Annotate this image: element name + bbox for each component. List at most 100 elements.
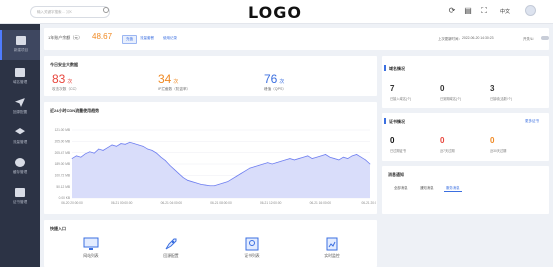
y-tick-label: 189.00 MB <box>55 162 70 166</box>
y-tick-label: 50.12 MB <box>56 185 70 189</box>
certs-7d-value: 0 <box>440 136 445 145</box>
tab-service-messages[interactable]: 服务消息 <box>444 184 462 192</box>
data-point <box>89 151 91 153</box>
data-point <box>93 152 95 154</box>
certs-expired-label: 已过期证书 <box>390 149 406 153</box>
fullscreen-icon[interactable]: ⛶ <box>480 7 488 15</box>
data-point <box>351 155 353 157</box>
sidebar-item-domains[interactable]: 域名管理 <box>0 62 40 92</box>
recharge-button[interactable]: 充值 <box>122 35 137 44</box>
refresh-icon[interactable]: ⟳ <box>448 7 456 15</box>
sidebar-item-traffic[interactable]: 流量管理 <box>0 122 40 152</box>
quick-entry-label: 网站列表 <box>83 254 99 258</box>
data-point <box>360 156 362 158</box>
stat-value: 83 <box>52 72 66 86</box>
document-icon[interactable]: ▤ <box>464 7 472 15</box>
data-point <box>329 156 331 158</box>
data-point <box>240 173 242 174</box>
data-point <box>178 173 180 174</box>
data-point <box>289 158 291 159</box>
stat-label: 攻击次数（CC） <box>52 87 79 91</box>
domains-expired-label: 已到期域名(个) <box>440 97 462 101</box>
sidebar-item-new-project[interactable]: 新建项目 <box>0 30 40 60</box>
search-icon[interactable] <box>103 7 109 13</box>
quick-entry-label: 实时监控 <box>324 254 340 258</box>
data-point <box>285 159 286 161</box>
data-point <box>191 181 193 183</box>
sidebar-item-label: 缓存管理 <box>12 170 28 174</box>
tab-notifications[interactable]: 通知消息 <box>418 184 436 191</box>
avatar[interactable] <box>525 5 536 16</box>
chart-title: 近24小时CDN流量使用趋势 <box>50 108 100 113</box>
x-tick-label: 06-21 00:00:00 <box>111 201 133 205</box>
data-point <box>236 175 237 177</box>
quick-entry-label: 证书列表 <box>244 254 260 258</box>
sidebar: 新建项目 域名管理 回源配置 流量管理 缓存管理 证书管理 <box>0 24 40 267</box>
data-point <box>325 154 326 155</box>
stat-unit: 次 <box>67 79 73 85</box>
quick-entry-label: 回源配置 <box>163 254 179 258</box>
monitor-icon <box>15 68 25 77</box>
data-point <box>320 155 322 157</box>
sidebar-item-label: 回源配置 <box>12 110 28 114</box>
stat-attacks: 83 次 <box>52 73 72 88</box>
data-point <box>80 156 82 158</box>
update-time: 2022-06-20 14:30:23 <box>462 36 494 40</box>
certs-expired-value: 0 <box>390 136 395 145</box>
stat-value: 76 <box>264 72 278 86</box>
top-bar: 输入关键字搜索… ⌘K LOGO ⟳ ▤ ⛶ 中文 <box>0 0 553 24</box>
language-switch[interactable]: 中文 <box>500 8 510 15</box>
data-point <box>138 144 140 146</box>
usage-record-link[interactable]: 使用记录 <box>160 35 180 42</box>
title-accent <box>384 65 386 71</box>
toggle-label: 开关/Li <box>523 37 534 41</box>
domains-expired-value: 0 <box>440 84 445 93</box>
more-certs-link[interactable]: 更多证书 <box>525 119 539 124</box>
tab-all-messages[interactable]: 全部消息 <box>392 184 410 191</box>
data-point <box>227 181 229 183</box>
stat-label: 峰值（QPS） <box>264 87 286 91</box>
quick-entry-sites[interactable]: 网站列表 <box>71 236 111 259</box>
data-point <box>298 158 300 159</box>
data-point <box>231 178 233 180</box>
today-title: 今日安全大数据 <box>50 62 78 67</box>
certs-title: 证书情况 <box>389 119 405 124</box>
certs-7d-label: 近7天过期 <box>440 149 455 153</box>
quick-entry-certs[interactable]: 证书列表 <box>232 236 272 259</box>
data-point <box>200 184 202 185</box>
data-point <box>222 182 224 184</box>
quick-entry-monitor[interactable]: 实时监控 <box>312 236 352 259</box>
search-input[interactable]: 输入关键字搜索… ⌘K <box>30 6 110 18</box>
traffic-value: 48.67 <box>92 32 113 41</box>
sidebar-item-certs[interactable]: 证书管理 <box>0 182 40 212</box>
data-point <box>294 159 295 161</box>
data-point <box>196 182 197 184</box>
data-point <box>249 167 251 169</box>
quick-entry-title: 快捷入口 <box>50 226 66 231</box>
data-point <box>129 141 131 143</box>
certificate-icon <box>245 237 259 251</box>
data-point <box>365 159 366 161</box>
traffic-chart: 121.00 MB 205.00 MB 205.47 MB 189.00 MB 100.… <box>55 128 376 205</box>
y-tick-label: 0.00 KB <box>59 196 70 200</box>
traffic-label: 1年账户余额（元） <box>48 35 83 40</box>
sidebar-item-origin[interactable]: 回源配置 <box>0 92 40 122</box>
stat-qps: 76 次 <box>264 73 284 88</box>
monitor-icon <box>83 237 99 250</box>
data-point <box>262 163 264 165</box>
update-label: 上次更新时间： <box>438 37 462 41</box>
traffic-package-link[interactable]: 流量套餐 <box>137 35 157 42</box>
data-point <box>347 158 349 159</box>
quick-entry-origin[interactable]: 回源配置 <box>151 236 191 259</box>
data-point <box>276 162 277 163</box>
certs-30d-label: 近30天过期 <box>490 149 507 153</box>
data-point <box>307 155 309 157</box>
data-point <box>342 156 344 158</box>
data-point <box>245 170 246 172</box>
auto-refresh-toggle[interactable] <box>541 36 549 40</box>
sidebar-item-cache[interactable]: 缓存管理 <box>0 152 40 182</box>
title-accent <box>384 118 386 124</box>
domains-received-value: 3 <box>490 84 495 93</box>
data-point <box>267 162 269 163</box>
data-point <box>173 169 175 170</box>
